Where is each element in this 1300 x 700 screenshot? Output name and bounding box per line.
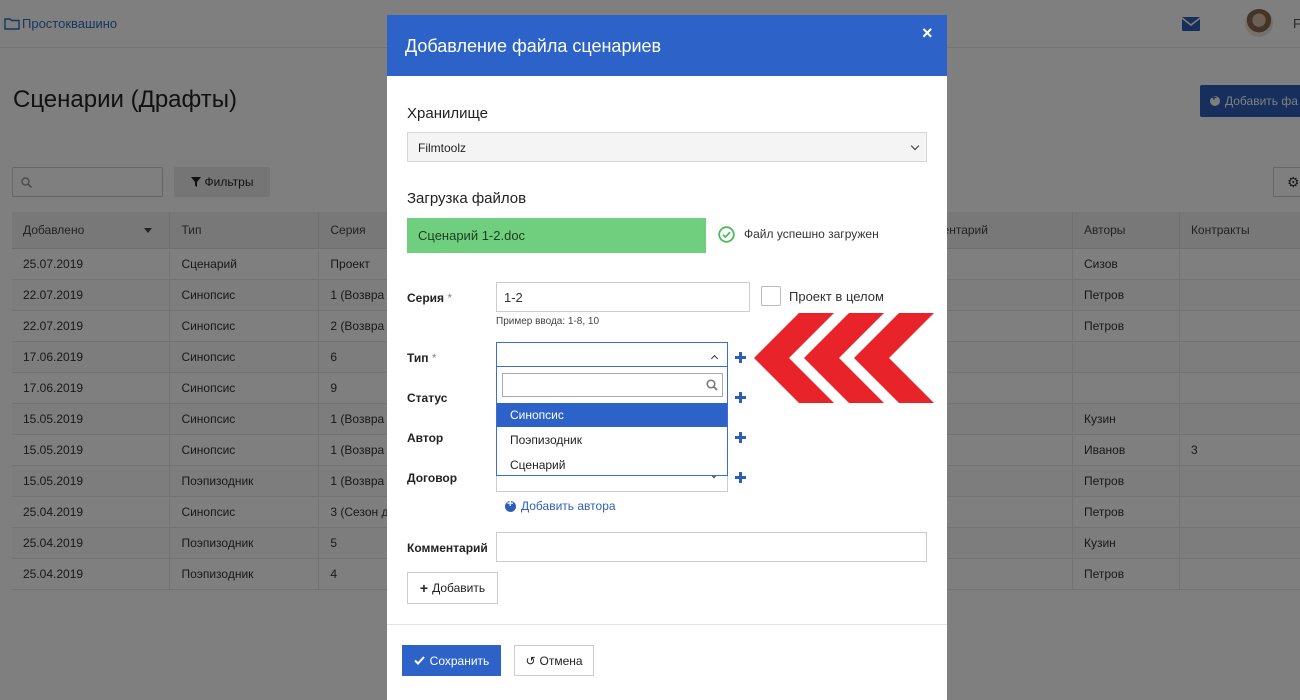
author-label: Автор	[407, 431, 444, 445]
status-label: Статус	[407, 391, 448, 405]
dropdown-option[interactable]: Поэпизодник	[497, 428, 727, 452]
dropdown-search-input[interactable]	[502, 373, 723, 397]
close-icon[interactable]: ×	[922, 23, 933, 44]
series-value: 1-2	[504, 290, 523, 305]
uploaded-file: Сценарий 1-2.doc	[407, 218, 706, 253]
plus-icon: +	[419, 580, 429, 596]
cancel-button[interactable]: ↺ Отмена	[514, 645, 594, 676]
add-button[interactable]: + Добавить	[407, 572, 498, 604]
uploaded-file-name: Сценарий 1-2.doc	[418, 228, 526, 243]
add-type-plus-icon[interactable]	[735, 352, 746, 363]
required-mark: *	[431, 351, 437, 365]
add-author-label: Добавить автора	[521, 499, 616, 513]
contract-label: Договор	[407, 471, 458, 485]
comment-label: Комментарий	[407, 541, 488, 555]
save-button[interactable]: Сохранить	[402, 645, 501, 676]
search-icon	[706, 379, 718, 391]
series-label: Серия *	[407, 291, 453, 305]
add-contract-plus-icon[interactable]	[735, 472, 746, 483]
add-button-label: Добавить	[432, 581, 486, 595]
cancel-label: Отмена	[539, 653, 583, 668]
type-label: Тип *	[407, 351, 437, 365]
series-input[interactable]: 1-2	[496, 282, 750, 312]
add-author-plus-icon[interactable]	[735, 432, 746, 443]
storage-select[interactable]: Filmtoolz	[407, 132, 927, 162]
whole-project-checkbox[interactable]	[761, 286, 781, 306]
check-icon	[413, 656, 425, 665]
dropdown-option[interactable]: Синопсис	[497, 403, 727, 427]
chevron-down-icon	[910, 141, 920, 151]
add-status-plus-icon[interactable]	[735, 392, 746, 403]
series-hint: Пример ввода: 1-8, 10	[496, 316, 600, 327]
type-dropdown: Синопсис Поэпизодник Сценарий	[496, 366, 728, 476]
check-circle-icon	[718, 226, 735, 243]
modal-title: Добавление файла сценариев	[405, 36, 662, 56]
modal-header: Добавление файла сценариев ×	[387, 15, 947, 76]
annotation-arrows-icon	[754, 313, 934, 403]
undo-icon: ↺	[525, 653, 536, 668]
whole-project-label: Проект в целом	[789, 289, 884, 304]
add-author-link[interactable]: Добавить автора	[505, 498, 616, 513]
comment-input[interactable]	[496, 532, 927, 562]
required-mark: *	[447, 291, 453, 305]
plus-circle-icon	[505, 498, 516, 512]
storage-value: Filmtoolz	[418, 141, 467, 155]
storage-label: Хранилище	[407, 105, 488, 122]
save-label: Сохранить	[429, 653, 490, 668]
modal-divider	[387, 624, 947, 625]
chevron-up-icon	[710, 354, 719, 363]
upload-label: Загрузка файлов	[407, 190, 527, 207]
dropdown-option[interactable]: Сценарий	[497, 453, 727, 477]
upload-status: Файл успешно загружен	[744, 227, 879, 241]
